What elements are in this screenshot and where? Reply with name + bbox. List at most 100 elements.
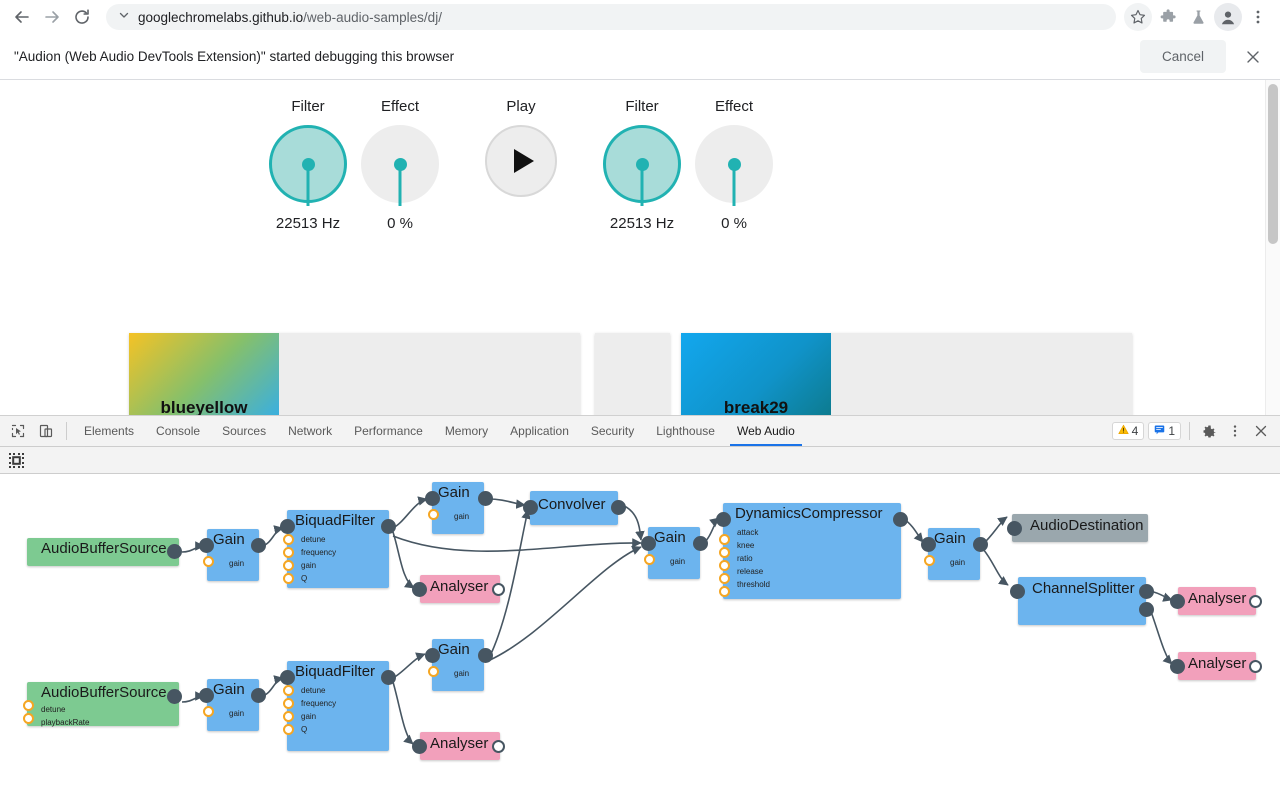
param-port-detune[interactable] xyxy=(23,700,34,711)
profile-avatar-icon[interactable] xyxy=(1214,3,1242,31)
node-input-port[interactable] xyxy=(412,739,427,754)
node-gain-2[interactable]: Gain gain xyxy=(432,482,484,534)
node-input-port[interactable] xyxy=(1170,594,1185,609)
node-input-port[interactable] xyxy=(1007,521,1022,536)
tab-application[interactable]: Application xyxy=(499,416,580,446)
track-tile-blueyellow[interactable]: blueyellow xyxy=(129,333,279,415)
node-gain-4[interactable]: Gain gain xyxy=(928,528,980,580)
reload-button[interactable] xyxy=(68,3,96,31)
param-port-gain[interactable] xyxy=(428,666,439,677)
node-audiodestination[interactable]: AudioDestination xyxy=(1012,514,1148,542)
node-input-port[interactable] xyxy=(412,582,427,597)
cancel-button[interactable]: Cancel xyxy=(1139,40,1226,73)
node-output-port[interactable] xyxy=(693,536,708,551)
settings-gear-icon[interactable] xyxy=(1196,418,1222,444)
param-port-detune[interactable] xyxy=(283,534,294,545)
back-button[interactable] xyxy=(8,3,36,31)
tab-web-audio[interactable]: Web Audio xyxy=(726,416,806,446)
track-tile-break29[interactable]: break29 xyxy=(681,333,831,415)
node-output-port[interactable] xyxy=(611,500,626,515)
node-input-port[interactable] xyxy=(641,536,656,551)
node-input-port[interactable] xyxy=(199,688,214,703)
page-scrollbar-thumb[interactable] xyxy=(1268,84,1278,244)
tab-security[interactable]: Security xyxy=(580,416,645,446)
node-gain-6[interactable]: Gain gain xyxy=(432,639,484,691)
warning-badge[interactable]: 4 xyxy=(1111,422,1145,440)
param-port-threshold[interactable] xyxy=(719,586,730,597)
param-port-gain[interactable] xyxy=(644,554,655,565)
param-port-detune[interactable] xyxy=(283,685,294,696)
track-strip-left[interactable] xyxy=(279,333,580,415)
node-audiobuffersource-2[interactable]: AudioBufferSource detune playbackRate xyxy=(27,682,179,727)
extensions-puzzle-icon[interactable] xyxy=(1154,3,1182,31)
node-dynamicscompressor[interactable]: DynamicsCompressor attack knee ratio rel… xyxy=(723,503,901,599)
address-bar[interactable]: googlechromelabs.github.io/web-audio-sam… xyxy=(106,4,1116,30)
tab-sources[interactable]: Sources xyxy=(211,416,277,446)
node-output-port[interactable] xyxy=(893,512,908,527)
node-audiobuffersource-1[interactable]: AudioBufferSource xyxy=(27,538,179,566)
node-gain-3[interactable]: Gain gain xyxy=(648,527,700,579)
inspect-element-icon[interactable] xyxy=(4,416,32,446)
node-output-port[interactable] xyxy=(1249,595,1262,608)
close-icon[interactable] xyxy=(1240,44,1266,70)
node-biquadfilter-2[interactable]: BiquadFilter detune frequency gain Q xyxy=(287,661,389,751)
chrome-menu-icon[interactable] xyxy=(1244,3,1272,31)
play-button[interactable] xyxy=(485,125,557,197)
node-output-port[interactable] xyxy=(1249,660,1262,673)
page-scrollbar[interactable] xyxy=(1265,80,1280,415)
node-output-port-1[interactable] xyxy=(1139,602,1154,617)
param-port-gain[interactable] xyxy=(203,556,214,567)
tab-lighthouse[interactable]: Lighthouse xyxy=(645,416,726,446)
tab-console[interactable]: Console xyxy=(145,416,211,446)
param-port-gain[interactable] xyxy=(428,509,439,520)
param-port-frequency[interactable] xyxy=(283,698,294,709)
node-input-port[interactable] xyxy=(1010,584,1025,599)
node-output-port[interactable] xyxy=(478,491,493,506)
node-biquadfilter-1[interactable]: BiquadFilter detune frequency gain Q xyxy=(287,510,389,588)
filter-knob-right[interactable] xyxy=(603,125,681,206)
node-output-port[interactable] xyxy=(381,670,396,685)
track-tile-empty[interactable] xyxy=(595,333,670,415)
tab-memory[interactable]: Memory xyxy=(434,416,499,446)
node-output-port-0[interactable] xyxy=(1139,584,1154,599)
node-output-port[interactable] xyxy=(478,648,493,663)
param-port-playbackrate[interactable] xyxy=(23,713,34,724)
node-output-port[interactable] xyxy=(492,583,505,596)
node-input-port[interactable] xyxy=(921,537,936,552)
node-input-port[interactable] xyxy=(199,538,214,553)
tab-network[interactable]: Network xyxy=(277,416,343,446)
param-port-gain[interactable] xyxy=(924,555,935,566)
forward-button[interactable] xyxy=(38,3,66,31)
node-gain-1[interactable]: Gain gain xyxy=(207,529,259,581)
chevron-down-icon[interactable] xyxy=(118,8,130,26)
param-port-q[interactable] xyxy=(283,573,294,584)
node-output-port[interactable] xyxy=(251,538,266,553)
node-input-port[interactable] xyxy=(716,512,731,527)
node-convolver[interactable]: Convolver xyxy=(530,491,618,525)
node-input-port[interactable] xyxy=(280,519,295,534)
node-output-port[interactable] xyxy=(492,740,505,753)
node-analyser-4[interactable]: Analyser xyxy=(420,732,500,760)
select-context-icon[interactable] xyxy=(6,450,26,470)
param-port-frequency[interactable] xyxy=(283,547,294,558)
filter-knob-left[interactable] xyxy=(269,125,347,206)
param-port-gain[interactable] xyxy=(283,711,294,722)
device-toolbar-icon[interactable] xyxy=(32,416,60,446)
more-options-icon[interactable] xyxy=(1222,418,1248,444)
node-input-port[interactable] xyxy=(1170,659,1185,674)
param-port-ratio[interactable] xyxy=(719,560,730,571)
node-output-port[interactable] xyxy=(251,688,266,703)
param-port-attack[interactable] xyxy=(719,534,730,545)
bookmark-star-icon[interactable] xyxy=(1124,3,1152,31)
node-input-port[interactable] xyxy=(523,500,538,515)
node-analyser-1[interactable]: Analyser xyxy=(420,575,500,603)
experiments-flask-icon[interactable] xyxy=(1184,3,1212,31)
node-gain-5[interactable]: Gain gain xyxy=(207,679,259,731)
param-port-q[interactable] xyxy=(283,724,294,735)
node-input-port[interactable] xyxy=(425,491,440,506)
effect-knob-left[interactable] xyxy=(361,125,439,206)
track-strip-right[interactable] xyxy=(831,333,1132,415)
node-analyser-2[interactable]: Analyser xyxy=(1178,587,1256,615)
param-port-gain[interactable] xyxy=(203,706,214,717)
param-port-gain[interactable] xyxy=(283,560,294,571)
